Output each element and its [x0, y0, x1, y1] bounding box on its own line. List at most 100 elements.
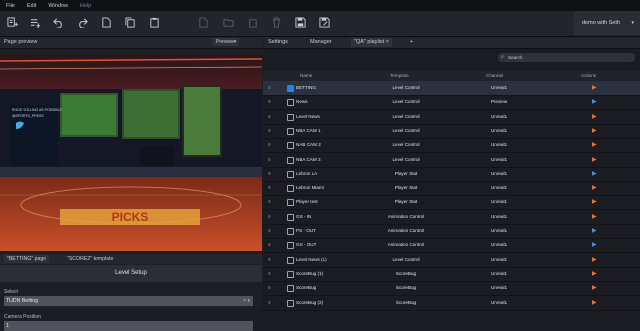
- row-checkbox[interactable]: [287, 270, 294, 278]
- tab-manager[interactable]: Manager: [307, 38, 335, 47]
- undo-icon[interactable]: [52, 16, 65, 29]
- drag-handle-icon[interactable]: ≡: [268, 214, 271, 220]
- table-row[interactable]: ≡ GS - IN Animation Control Unreal1 ▶: [263, 210, 640, 225]
- play-icon[interactable]: ▶: [592, 113, 597, 120]
- row-checkbox[interactable]: [287, 113, 294, 121]
- table-row[interactable]: ≡ News Level Control Preview ▶: [263, 95, 640, 111]
- row-name: Player test: [296, 199, 318, 205]
- row-checkbox[interactable]: [287, 156, 294, 164]
- menu-edit[interactable]: Edit: [27, 3, 36, 9]
- row-checkbox[interactable]: [287, 127, 294, 135]
- table-row[interactable]: ≡ ScoreBug ScoreBug Unreal1 ▶: [263, 281, 640, 297]
- table-row[interactable]: ≡ Level News Level Control Unreal1 ▶: [263, 110, 640, 125]
- drag-handle-icon[interactable]: ≡: [268, 199, 271, 205]
- tab-add[interactable]: +: [407, 38, 416, 47]
- play-icon[interactable]: ▶: [592, 227, 597, 234]
- play-icon[interactable]: ▶: [592, 198, 597, 205]
- table-row[interactable]: ≡ NBA CAM 3 Level Control Unreal1 ▶: [263, 153, 640, 168]
- page-template-tabs: "BETTING" page "SCORE2" template: [0, 254, 262, 264]
- save-icon[interactable]: [294, 16, 307, 29]
- level-select[interactable]: TUDN Betting × ▾: [4, 296, 253, 306]
- row-template: Level Control: [392, 127, 420, 133]
- menu-file[interactable]: File: [6, 3, 15, 9]
- table-row[interactable]: ≡ PS - OUT Animation Control Unreal1 ▶: [263, 224, 640, 239]
- playlist-add-icon[interactable]: [29, 16, 42, 29]
- play-icon[interactable]: ▶: [592, 156, 597, 163]
- drag-handle-icon[interactable]: ≡: [268, 171, 271, 177]
- row-checkbox[interactable]: [287, 228, 294, 235]
- save-as-icon[interactable]: [318, 16, 331, 29]
- table-row[interactable]: ≡ NBA CAM 1 Level Control Unreal1 ▶: [263, 124, 640, 139]
- drag-handle-icon[interactable]: ≡: [268, 228, 271, 234]
- tab-settings[interactable]: Settings: [265, 38, 291, 47]
- drag-handle-icon[interactable]: ≡: [268, 285, 271, 291]
- play-icon[interactable]: ▶: [592, 284, 597, 291]
- preview-mode-select[interactable]: Preview▾: [213, 38, 240, 46]
- play-icon[interactable]: ▶: [592, 84, 597, 91]
- copy-icon[interactable]: [124, 16, 137, 29]
- drag-handle-icon[interactable]: ≡: [268, 85, 271, 91]
- drag-handle-icon[interactable]: ≡: [268, 257, 271, 263]
- row-checkbox[interactable]: [287, 99, 294, 107]
- menu-help[interactable]: Help: [80, 3, 91, 9]
- col-name[interactable]: Name: [300, 73, 312, 78]
- drag-handle-icon[interactable]: ≡: [268, 300, 271, 306]
- clipboard-icon[interactable]: [148, 16, 161, 29]
- search-input[interactable]: ⌕ Search: [498, 53, 635, 62]
- row-checkbox[interactable]: [287, 199, 294, 207]
- preview-tab-title[interactable]: Page preview: [4, 39, 37, 45]
- row-checkbox[interactable]: [287, 170, 294, 178]
- clear-icon[interactable]: × ▾: [243, 296, 250, 306]
- row-checkbox[interactable]: [287, 256, 294, 264]
- level-setup-title: Level Setup: [0, 265, 262, 282]
- row-name: ScoreBug: [296, 285, 317, 291]
- play-icon[interactable]: ▶: [592, 141, 597, 148]
- drag-handle-icon[interactable]: ≡: [268, 242, 271, 248]
- play-icon[interactable]: ▶: [592, 98, 597, 105]
- tab-score2-template[interactable]: "SCORE2" template: [64, 255, 116, 263]
- table-row[interactable]: ≡ ScoreBug (2) ScoreBug Unreal1 ▶: [263, 296, 640, 311]
- row-channel: Unreal1: [490, 228, 508, 233]
- redo-icon[interactable]: [76, 16, 89, 29]
- table-row[interactable]: ≡ ScoreBug (1) ScoreBug Unreal1 ▶: [263, 267, 640, 282]
- play-icon[interactable]: ▶: [592, 256, 597, 263]
- table-row[interactable]: ≡ Lebron Miami Player Stat Unreal1 ▶: [263, 181, 640, 197]
- drag-handle-icon[interactable]: ≡: [268, 142, 271, 148]
- row-checkbox[interactable]: [287, 242, 294, 250]
- table-row[interactable]: ≡ NAB CAM 2 Level Control Unreal1 ▶: [263, 138, 640, 154]
- table-row[interactable]: ≡ Lebron LA Player Stat Unreal1 ▶: [263, 167, 640, 182]
- row-checkbox[interactable]: [287, 213, 294, 221]
- play-icon[interactable]: ▶: [592, 299, 597, 306]
- play-icon[interactable]: ▶: [592, 127, 597, 134]
- row-checkbox[interactable]: [287, 299, 294, 307]
- table-row[interactable]: ≡ BETTING Level Control Unreal1 ▶: [263, 81, 640, 96]
- col-template[interactable]: Template: [390, 73, 409, 78]
- row-checkbox[interactable]: [287, 85, 294, 92]
- rundown-add-icon[interactable]: [6, 16, 19, 29]
- play-icon[interactable]: ▶: [592, 270, 597, 277]
- table-row[interactable]: ≡ Level News (1) Level Control Unreal1 ▶: [263, 253, 640, 268]
- drag-handle-icon[interactable]: ≡: [268, 128, 271, 134]
- drag-handle-icon[interactable]: ≡: [268, 185, 271, 191]
- row-checkbox[interactable]: [287, 185, 294, 193]
- new-page-icon[interactable]: [100, 16, 113, 29]
- table-row[interactable]: ≡ GS - OUT Animation Control Unreal1 ▶: [263, 238, 640, 254]
- tab-betting-page[interactable]: "BETTING" page: [4, 255, 50, 263]
- drag-handle-icon[interactable]: ≡: [268, 271, 271, 277]
- row-name: Lebron Miami: [296, 185, 324, 191]
- menu-window[interactable]: Window: [48, 3, 68, 9]
- row-checkbox[interactable]: [287, 142, 294, 150]
- drag-handle-icon[interactable]: ≡: [268, 114, 271, 120]
- play-icon[interactable]: ▶: [592, 184, 597, 191]
- tab-qa-playlist[interactable]: "QA" playlist ×: [351, 38, 392, 47]
- user-menu[interactable]: demo with Seth ▾: [574, 11, 640, 35]
- col-channel[interactable]: Channel: [486, 73, 503, 78]
- drag-handle-icon[interactable]: ≡: [268, 157, 271, 163]
- play-icon[interactable]: ▶: [592, 241, 597, 248]
- play-icon[interactable]: ▶: [592, 170, 597, 177]
- row-checkbox[interactable]: [287, 285, 294, 293]
- camera-position-input[interactable]: 1: [4, 321, 253, 331]
- table-row[interactable]: ≡ Player test Player Stat Unreal1 ▶: [263, 195, 640, 211]
- play-icon[interactable]: ▶: [592, 213, 597, 220]
- drag-handle-icon[interactable]: ≡: [268, 99, 271, 105]
